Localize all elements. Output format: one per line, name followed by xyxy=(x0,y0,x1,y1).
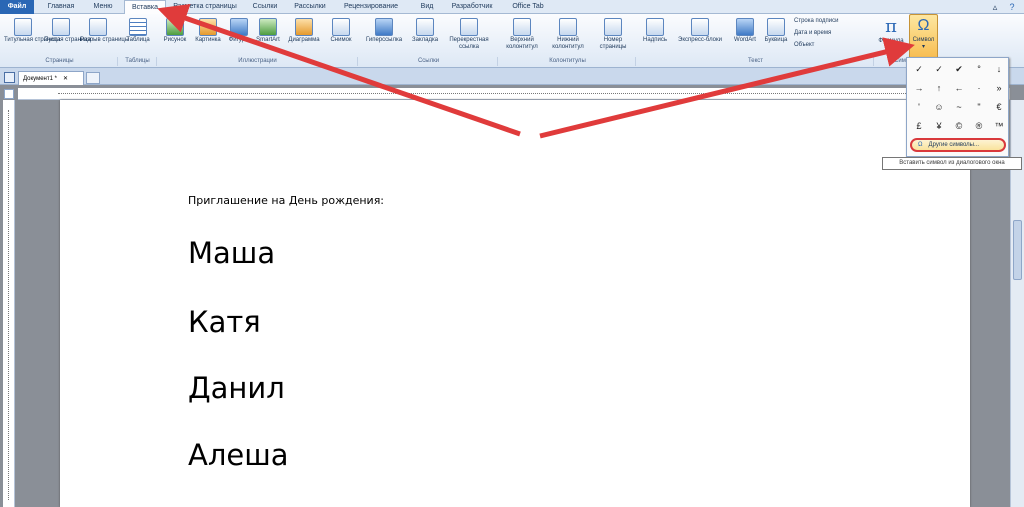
arrow-to-symbol-button xyxy=(539,37,915,139)
annotation-arrows xyxy=(157,4,915,139)
arrow-to-insert-tab xyxy=(157,4,521,137)
